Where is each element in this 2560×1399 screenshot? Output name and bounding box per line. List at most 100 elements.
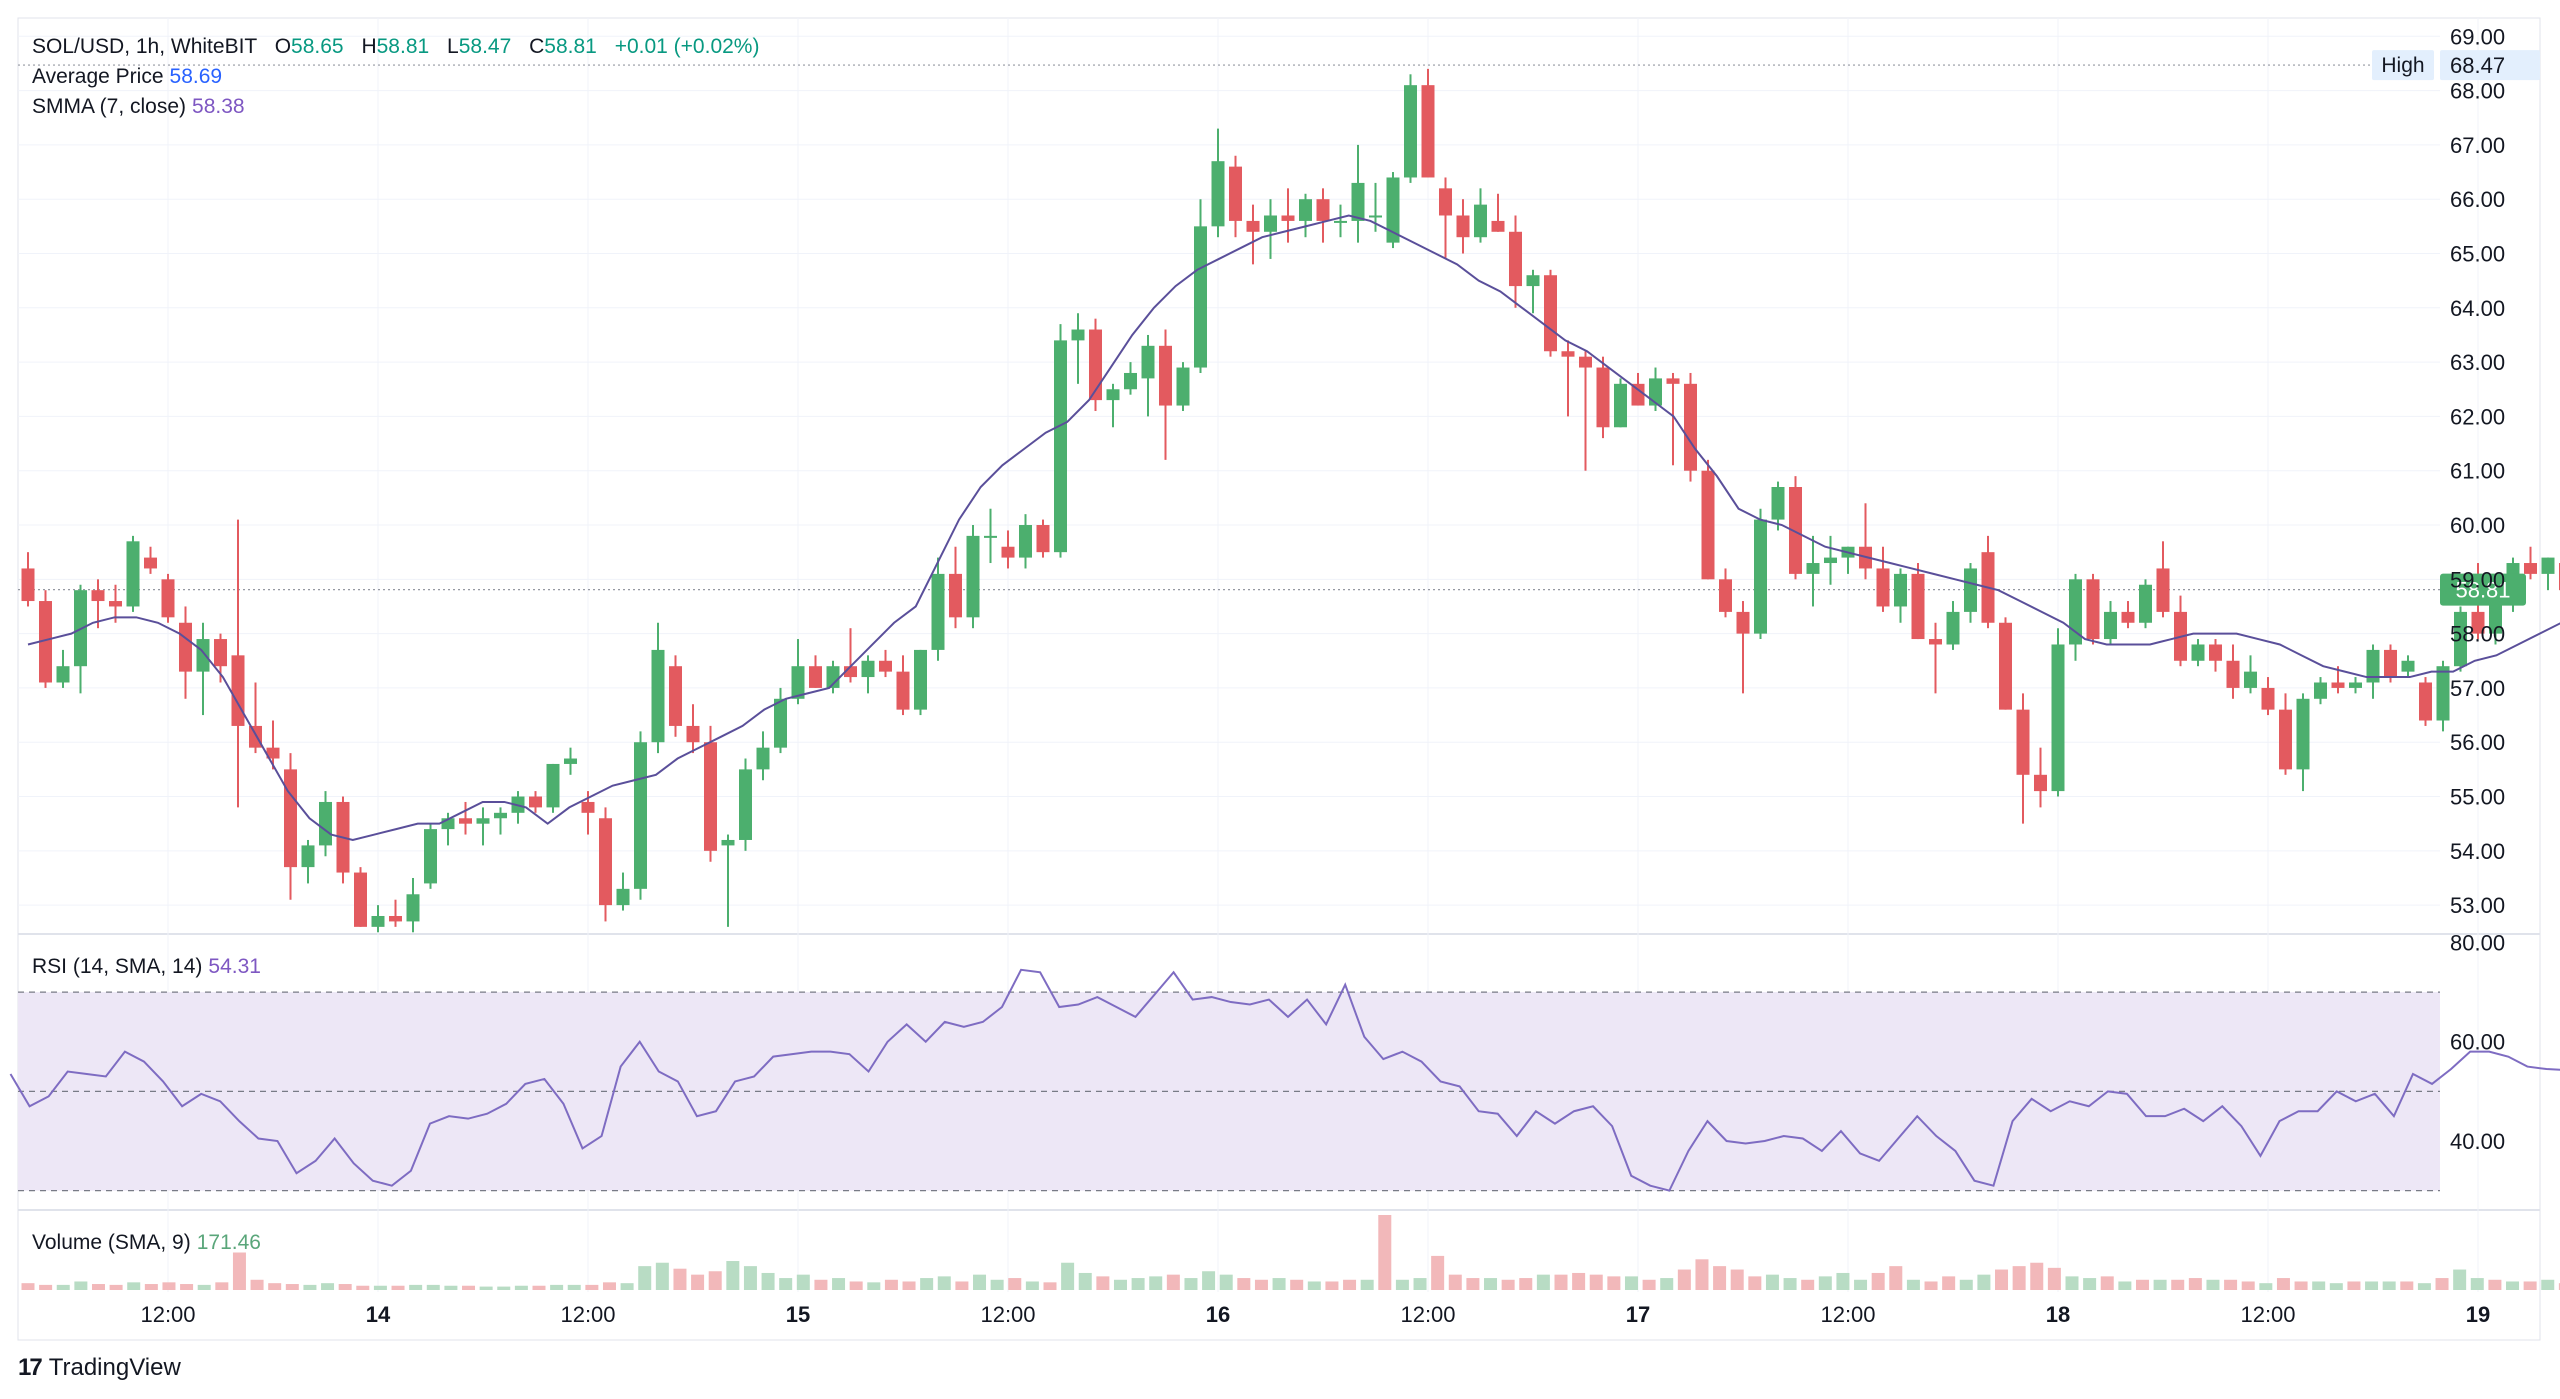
candle-body bbox=[984, 535, 997, 538]
candle-body bbox=[651, 649, 665, 743]
open-value: 58.65 bbox=[291, 35, 344, 58]
volume-bar bbox=[2541, 1279, 2555, 1290]
candle-body bbox=[494, 812, 507, 819]
volume-bar bbox=[867, 1282, 881, 1290]
time-tick-label: 12:00 bbox=[1400, 1302, 1455, 1327]
candle-body bbox=[2401, 660, 2415, 672]
candle-body bbox=[1281, 215, 1295, 221]
candle-body bbox=[861, 660, 875, 678]
volume-pane[interactable] bbox=[21, 1215, 2560, 1290]
volume-bar bbox=[1360, 1279, 1374, 1290]
volume-bar bbox=[127, 1282, 141, 1290]
candle-body bbox=[1894, 573, 1907, 607]
price-tick-label: 59.00 bbox=[2450, 567, 2505, 592]
volume-bar bbox=[2259, 1283, 2273, 1290]
candle-body bbox=[1439, 188, 1452, 216]
candle-body bbox=[354, 872, 367, 927]
open-key: O bbox=[274, 35, 292, 58]
tradingview-brand[interactable]: 17 TradingView bbox=[18, 1354, 181, 1382]
rsi-tick-label: 40.00 bbox=[2450, 1129, 2505, 1154]
rsi-legend[interactable]: RSI (14, SMA, 14) 54.31 bbox=[32, 954, 261, 980]
volume-bar bbox=[2241, 1281, 2255, 1290]
volume-bar bbox=[2488, 1279, 2502, 1290]
volume-bar bbox=[2188, 1278, 2202, 1290]
volume-bar bbox=[2417, 1283, 2431, 1290]
volume-bar bbox=[902, 1281, 916, 1290]
candle-body bbox=[1876, 568, 1890, 607]
volume-bar bbox=[2276, 1278, 2290, 1290]
volume-bar bbox=[2083, 1278, 2097, 1290]
volume-bar bbox=[1906, 1279, 1920, 1290]
candle-body bbox=[1666, 378, 1680, 384]
candle-body bbox=[599, 818, 612, 906]
close-key: C bbox=[529, 35, 545, 58]
volume-bar bbox=[2100, 1276, 2114, 1290]
volume-bar bbox=[303, 1284, 317, 1290]
volume-bar bbox=[1695, 1259, 1709, 1290]
volume-bar bbox=[1008, 1278, 1022, 1290]
volume-bar bbox=[1748, 1276, 1762, 1290]
candle-body bbox=[1754, 519, 1767, 634]
volume-bar bbox=[849, 1281, 863, 1290]
candle-body bbox=[1334, 220, 1347, 223]
smma-value: 58.38 bbox=[192, 95, 245, 118]
candle-body bbox=[686, 725, 700, 743]
symbol-title[interactable]: SOL/USD, 1h, WhiteBIT bbox=[32, 35, 257, 58]
candle-body bbox=[931, 573, 945, 650]
volume-bar bbox=[2294, 1281, 2308, 1290]
volume-bar bbox=[1184, 1278, 1198, 1290]
candle-body bbox=[126, 541, 140, 607]
candle-body bbox=[669, 666, 682, 726]
candle-body bbox=[634, 742, 647, 889]
candle-body bbox=[459, 818, 472, 824]
rsi-value: 54.31 bbox=[208, 955, 261, 978]
price-pane[interactable]: High 68.4758.81 bbox=[18, 50, 2560, 933]
price-tick-label: 65.00 bbox=[2450, 242, 2505, 267]
candle-body bbox=[2524, 563, 2537, 574]
volume-bar bbox=[1131, 1278, 1145, 1290]
candle-body bbox=[56, 666, 70, 683]
volume-bar bbox=[232, 1252, 246, 1290]
volume-bar bbox=[1854, 1279, 1868, 1290]
volume-bar bbox=[1818, 1276, 1832, 1290]
volume-bar bbox=[2206, 1279, 2220, 1290]
candle-body bbox=[1491, 220, 1505, 232]
volume-bar bbox=[1413, 1278, 1427, 1290]
price-tick-label: 54.00 bbox=[2450, 839, 2505, 864]
volume-bar bbox=[321, 1283, 335, 1290]
volume-bar bbox=[691, 1274, 705, 1290]
candle-body bbox=[1911, 573, 1925, 640]
candle-body bbox=[1684, 383, 1697, 471]
volume-bar bbox=[2400, 1281, 2414, 1290]
time-tick-label: 16 bbox=[1206, 1302, 1230, 1327]
low-value: 58.47 bbox=[458, 35, 512, 58]
volume-bar bbox=[479, 1286, 493, 1290]
volume-bar bbox=[1942, 1276, 1956, 1290]
candle-body bbox=[1106, 389, 1120, 401]
candle-body bbox=[721, 839, 735, 846]
candle-body bbox=[144, 557, 157, 569]
candle-body bbox=[2121, 611, 2135, 623]
candle-body bbox=[109, 601, 122, 607]
close-value: 58.81 bbox=[544, 35, 597, 58]
volume-bar bbox=[338, 1284, 352, 1290]
smma-legend[interactable]: SMMA (7, close) 58.38 bbox=[32, 94, 245, 120]
volume-bar bbox=[1448, 1274, 1462, 1290]
candle-body bbox=[21, 568, 35, 602]
volume-legend[interactable]: Volume (SMA, 9) 171.46 bbox=[32, 1230, 261, 1256]
change-value: +0.01 (+0.02%) bbox=[614, 35, 760, 58]
candle-body bbox=[1229, 166, 1242, 221]
candle-body bbox=[2104, 611, 2117, 640]
candle-body bbox=[1369, 215, 1382, 218]
volume-bar bbox=[373, 1285, 387, 1290]
volume-bar bbox=[426, 1284, 440, 1290]
smma-label: SMMA (7, close) bbox=[32, 95, 187, 118]
volume-bar bbox=[1801, 1279, 1815, 1290]
high-value: 58.81 bbox=[376, 35, 430, 58]
volume-bar bbox=[1889, 1266, 1903, 1290]
candle-body bbox=[616, 888, 630, 906]
volume-value: 171.46 bbox=[196, 1231, 261, 1254]
candle-body bbox=[1421, 85, 1435, 178]
average-price-legend[interactable]: Average Price 58.69 bbox=[32, 64, 222, 90]
volume-bar bbox=[2365, 1281, 2379, 1290]
